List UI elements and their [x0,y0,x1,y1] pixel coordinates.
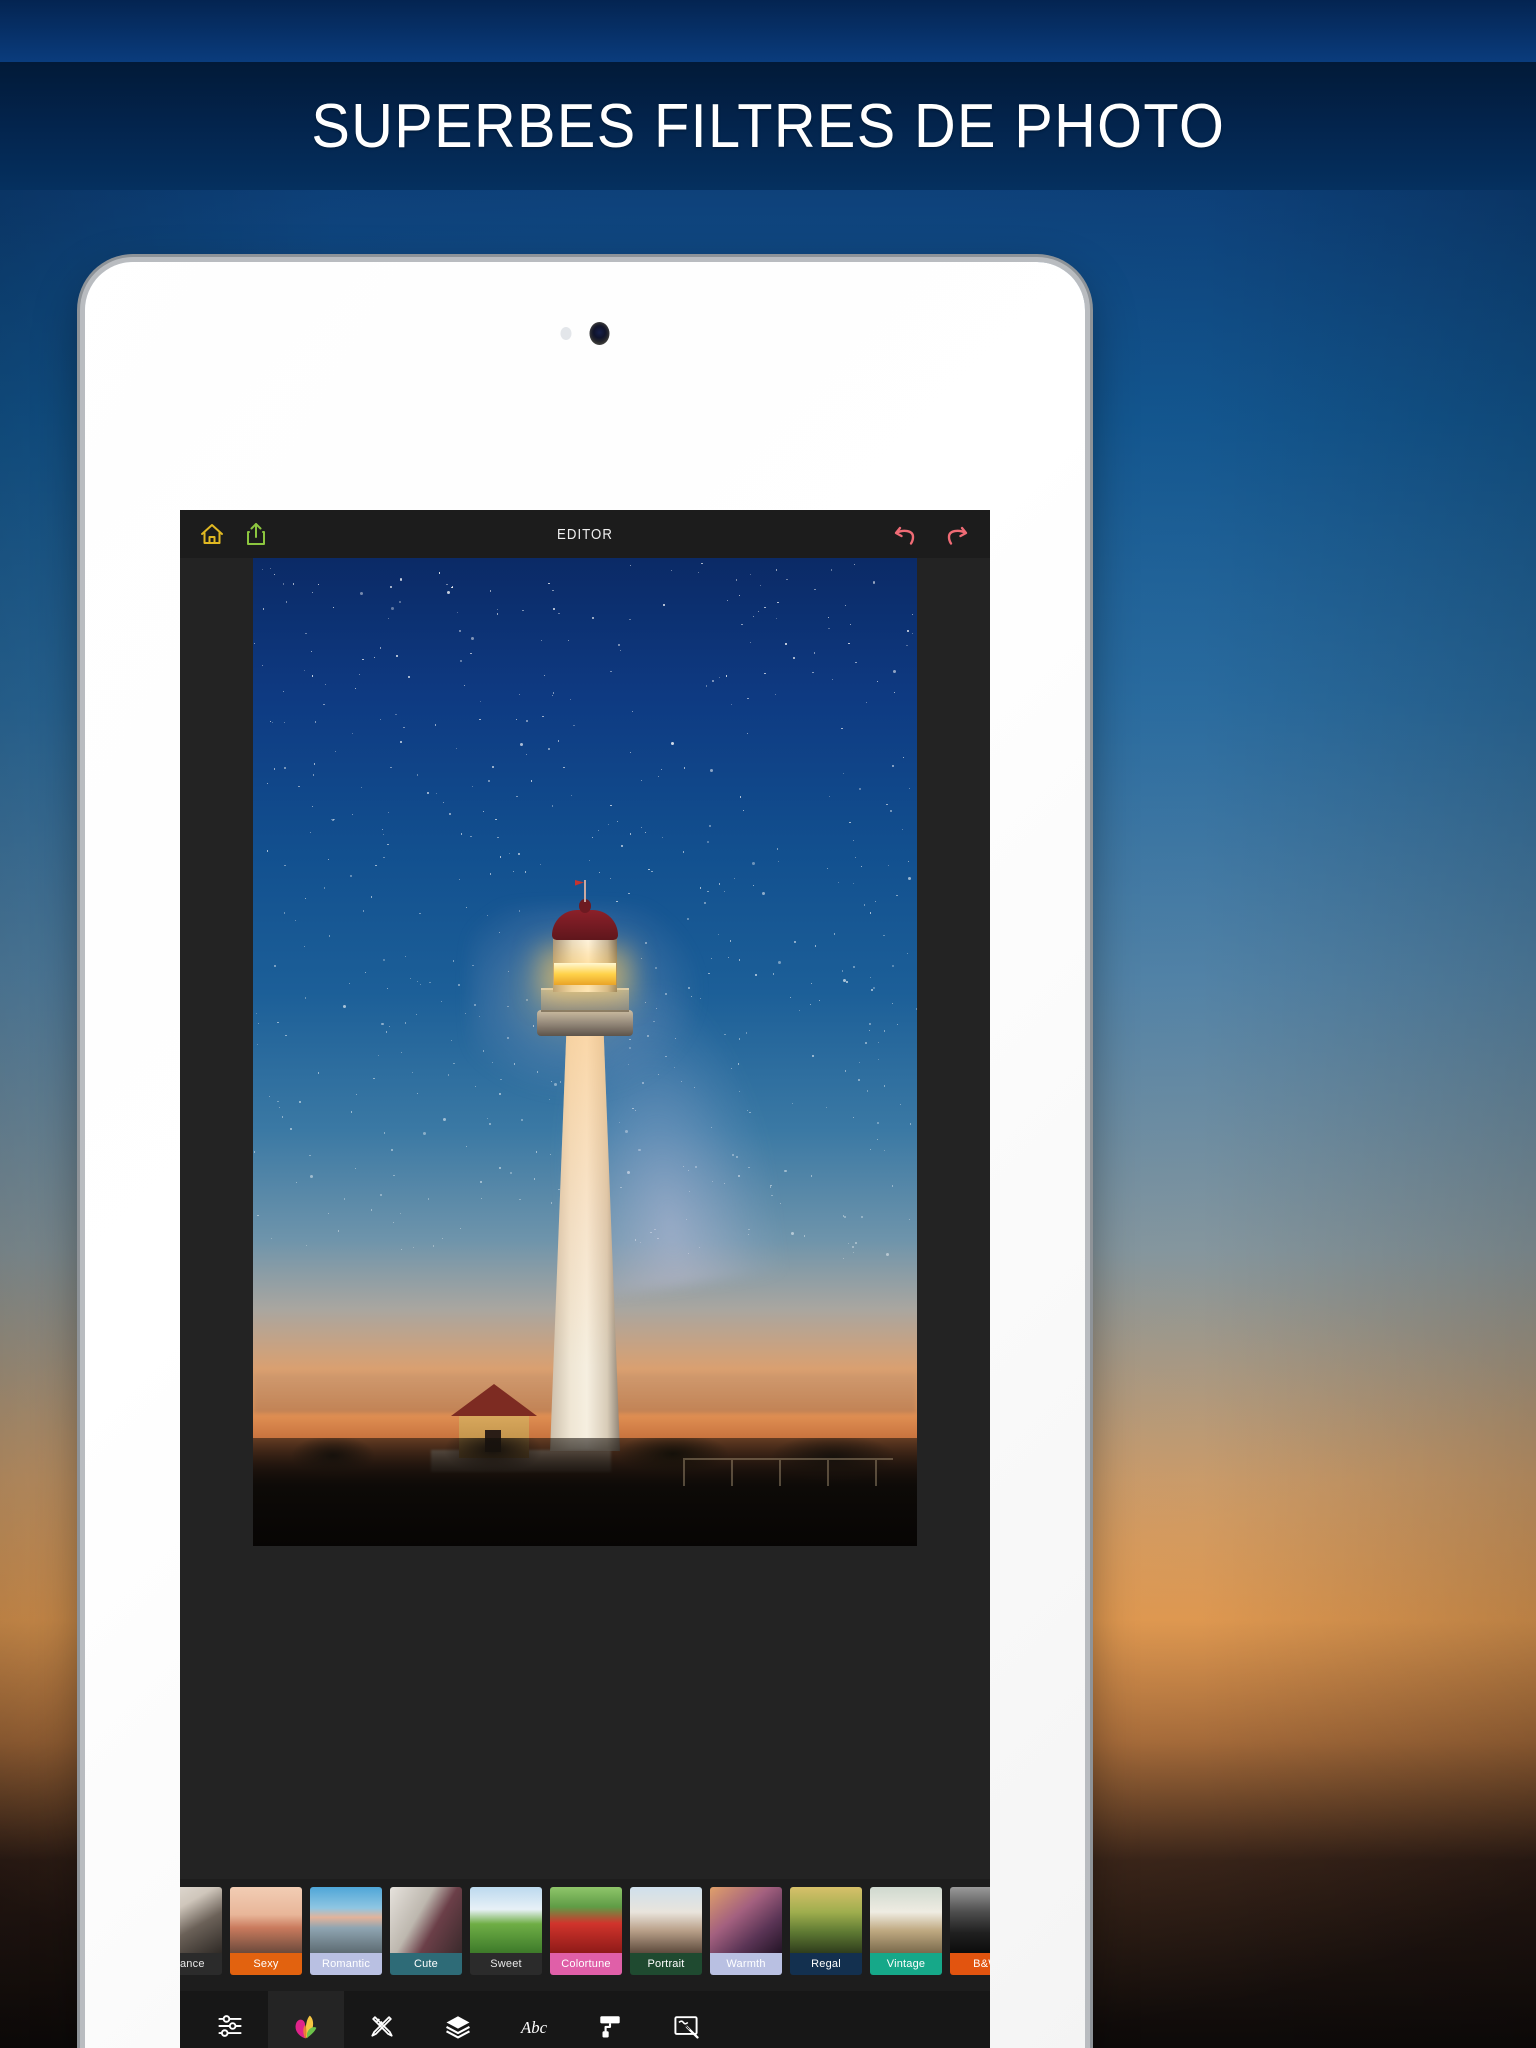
filter-item[interactable]: Vintage [870,1887,942,1975]
layers-icon [443,2011,473,2046]
filter-item[interactable]: Regal [790,1887,862,1975]
filter-thumbnail-image[interactable] [630,1887,702,1953]
tool-tab-paint[interactable] [572,1991,648,2048]
filter-item[interactable]: Sweet [470,1887,542,1975]
filter-thumbnail-image[interactable] [950,1887,990,1953]
filter-item[interactable]: egance [180,1887,222,1975]
toolbar-left-group [198,519,270,549]
filter-label: B&W [950,1953,990,1975]
filter-item[interactable]: Warmth [710,1887,782,1975]
edited-photo-lighthouse[interactable] [253,558,917,1546]
filter-label: Warmth [710,1953,782,1975]
tool-tab-filters[interactable] [268,1991,344,2048]
ipad-device-frame: EDITOR ance Sexy Romantic Cute Sweet Col… [85,262,1085,2048]
filter-thumbnail-image[interactable] [180,1887,222,1953]
front-camera-icon [589,322,610,345]
filter-thumbnail-image[interactable] [550,1887,622,1953]
svg-text:Abc: Abc [520,2018,548,2037]
toolbar-right-group [892,510,970,558]
banner-top-strip [0,0,1536,62]
text-abc-icon: Abc [514,2011,554,2046]
promo-screenshot: SUPERBES FILTRES DE PHOTO EDITOR ance Se… [0,0,1536,2048]
filter-item[interactable]: Cute [390,1887,462,1975]
home-icon[interactable] [198,519,226,549]
filter-item[interactable]: Colortune [550,1887,622,1975]
filter-label: Regal [790,1953,862,1975]
tool-tab-frame[interactable] [648,1991,724,2048]
photo-fence [683,1458,893,1486]
filter-thumbnail-image[interactable] [470,1887,542,1953]
filter-item[interactable]: Portrait [630,1887,702,1975]
fence-post [779,1460,781,1486]
banner-title: SUPERBES FILTRES DE PHOTO [311,91,1225,161]
fence-post [875,1460,877,1486]
share-icon[interactable] [242,519,270,549]
filter-label: Colortune [550,1953,622,1975]
adjust-sliders-icon [215,2011,245,2046]
redo-icon[interactable] [942,519,970,549]
undo-icon[interactable] [892,519,920,549]
promo-banner: SUPERBES FILTRES DE PHOTO [0,62,1536,190]
fence-post [683,1460,685,1486]
lighthouse-lamp-light [554,963,616,985]
tool-tab-tools[interactable] [344,1991,420,2048]
paint-roller-icon [595,2011,625,2046]
ambient-sensor-dot [560,327,572,340]
lighthouse-red-dome [552,910,618,940]
filter-thumbnail-image[interactable] [790,1887,862,1953]
filter-thumbnail-strip[interactable]: egance Sexy Romantic Cute Sweet Colortune Port… [180,1879,990,1991]
fence-post [731,1460,733,1486]
frame-magic-icon [671,2011,701,2046]
app-screen: EDITOR ance Sexy Romantic Cute Sweet Col… [180,510,990,2048]
filter-item[interactable]: Sexy [230,1887,302,1975]
filter-label: Sweet [470,1953,542,1975]
photo-foreground-vegetation [253,1438,917,1546]
filter-thumbnail-image[interactable] [230,1887,302,1953]
filter-label: Portrait [630,1953,702,1975]
lighthouse-gallery-deck [537,1010,633,1036]
filter-item[interactable]: Romantic [310,1887,382,1975]
ipad-sensor-cluster [560,322,610,345]
filters-icon [290,2010,322,2047]
filter-thumbnail-image[interactable] [390,1887,462,1953]
tools-icon [367,2011,397,2046]
fence-post [827,1460,829,1486]
tool-tab-layers[interactable] [420,1991,496,2048]
lighthouse-mast [584,880,586,902]
filter-thumbnail-image[interactable] [870,1887,942,1953]
photo-canvas-area[interactable] [180,558,990,1879]
filter-label: Romantic [310,1953,382,1975]
filter-label: Vintage [870,1953,942,1975]
filter-label: Sexy [230,1953,302,1975]
filter-thumbnail-image[interactable] [310,1887,382,1953]
filter-thumbnail-image[interactable] [710,1887,782,1953]
filter-label: Cute [390,1953,462,1975]
filter-label: egance [180,1953,222,1975]
editor-tool-tabs[interactable]: Abc [180,1991,990,2048]
app-toolbar: EDITOR [180,510,990,558]
app-title: EDITOR [557,525,613,543]
filter-item[interactable]: B&W [950,1887,990,1975]
tool-tab-abc[interactable]: Abc [496,1991,572,2048]
tool-tab-adjust[interactable] [192,1991,268,2048]
